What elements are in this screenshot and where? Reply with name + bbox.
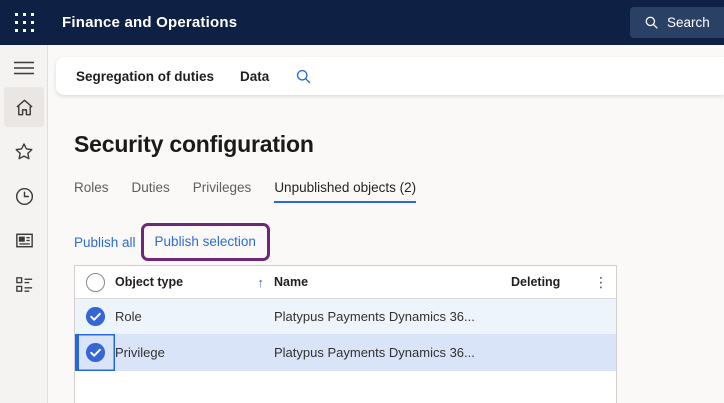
cell-object-type: Role [115,309,274,324]
unpublished-objects-grid: Object type ↑ Name Deleting ⋮ Role Platy… [74,265,617,403]
annotation-highlight-box: Publish selection [141,223,270,261]
checkbox-unchecked-icon [86,273,105,292]
nav-item-data[interactable]: Data [240,69,269,84]
sort-ascending-icon: ↑ [258,275,275,290]
column-header-name[interactable]: Name [274,275,511,289]
checkbox-checked-icon [85,342,106,363]
global-search-box[interactable]: Search [630,7,724,38]
select-all-checkbox[interactable] [75,266,115,298]
sidebar-item-recent[interactable] [0,183,48,209]
cell-name: Platypus Payments Dynamics 36... [274,345,511,360]
waffle-grid-icon [15,13,34,32]
column-header-object-type[interactable]: Object type ↑ [115,275,274,290]
checkbox-checked-icon [85,306,106,327]
modules-icon [14,274,35,295]
tab-privileges[interactable]: Privileges [193,180,252,203]
page-title: Security configuration [74,131,314,158]
sidebar-item-modules[interactable] [0,271,48,297]
search-icon [644,15,659,30]
top-app-bar: Finance and Operations Search [0,0,724,45]
grid-row-role[interactable]: Role Platypus Payments Dynamics 36... [75,299,616,334]
row-checkbox[interactable] [75,299,115,334]
clock-icon [14,186,35,207]
tab-roles[interactable]: Roles [74,180,109,203]
expand-menu-icon[interactable] [0,55,48,81]
publish-all-link[interactable]: Publish all [74,235,136,250]
tab-unpublished-objects[interactable]: Unpublished objects (2) [274,180,416,203]
left-navigation-rail [0,45,48,403]
cell-name: Platypus Payments Dynamics 36... [274,309,511,324]
sidebar-item-workspaces[interactable] [0,227,48,253]
sidebar-item-home[interactable] [4,87,44,127]
search-label: Search [667,15,710,30]
pivot-tabs: Roles Duties Privileges Unpublished obje… [74,180,416,203]
workspaces-icon [14,230,35,251]
column-header-deleting[interactable]: Deleting [511,275,586,289]
grid-empty-area [75,371,616,403]
grid-header-row: Object type ↑ Name Deleting ⋮ [75,266,616,299]
home-icon [14,97,35,118]
row-checkbox[interactable] [75,334,115,371]
app-launcher-waffle-icon[interactable] [0,0,48,45]
publish-selection-link[interactable]: Publish selection [155,234,256,249]
object-type-header-label: Object type [115,275,183,289]
grid-more-options-icon[interactable]: ⋮ [586,274,616,291]
sidebar-item-favorites[interactable] [0,139,48,165]
app-title: Finance and Operations [62,14,237,31]
nav-item-segregation-of-duties[interactable]: Segregation of duties [76,69,214,84]
star-icon [13,141,35,163]
tab-duties[interactable]: Duties [132,180,170,203]
hamburger-icon [14,61,34,75]
action-links: Publish all Publish selection [74,223,270,261]
nav-search-button[interactable] [295,68,312,85]
module-nav-bar: Segregation of duties Data [56,57,724,95]
grid-row-privilege[interactable]: Privilege Platypus Payments Dynamics 36.… [75,334,616,371]
search-icon [295,68,312,85]
cell-object-type: Privilege [115,345,274,360]
